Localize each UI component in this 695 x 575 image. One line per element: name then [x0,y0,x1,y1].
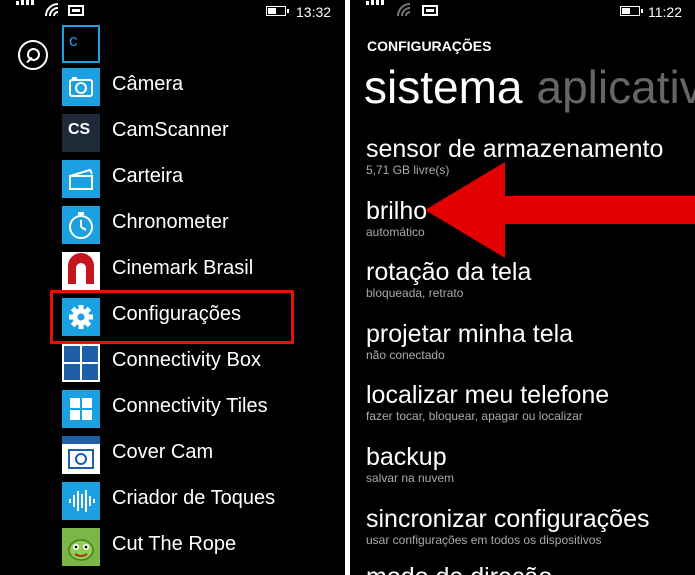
camscanner-icon-text: CS [68,121,91,138]
wifi-icon [397,3,411,17]
pivot-tab-sistema[interactable]: sistema [364,61,522,113]
cut-the-rope-icon [62,528,100,566]
clock: 13:32 [296,4,332,20]
cover-cam-icon [62,436,100,474]
setting-subtitle: não conectado [366,348,445,362]
setting-item-screen-rotation[interactable]: rotação da tela bloqueada, retrato [366,257,695,300]
setting-title: localizar meu telefone [366,381,610,409]
setting-item-sync-settings[interactable]: sincronizar configurações usar configura… [366,504,695,547]
message-icon [68,5,84,16]
app-item-camera[interactable]: Câmera [62,68,332,106]
setting-title: modo de direção [366,562,695,575]
app-label: Cut The Rope [112,533,237,555]
app-label: CamScanner [112,119,229,141]
setting-subtitle: salvar na nuvem [366,471,455,485]
app-item-cover-cam[interactable]: Cover Cam [62,436,332,474]
setting-item-project-screen[interactable]: projetar minha tela não conectado [366,319,695,362]
status-bar: 13:32 [0,0,345,24]
setting-title: backup [366,443,447,471]
highlight-box [50,290,294,344]
tiles-icon [62,390,100,428]
battery-icon [620,6,643,16]
app-list-screen: 13:32 c Câmera CS CamScanner Carteira Ch… [0,0,345,575]
battery-icon [266,6,289,16]
clock: 11:22 [648,4,682,20]
search-icon[interactable] [18,40,48,70]
app-item-connectivity-tiles[interactable]: Connectivity Tiles [62,390,332,428]
app-label: Cinemark Brasil [112,257,254,279]
app-label: Criador de Toques [112,487,276,509]
app-label: Carteira [112,165,184,187]
settings-screen: 11:22 CONFIGURAÇÕES sistema aplicativos s… [350,0,695,575]
status-bar: 11:22 [350,0,695,24]
setting-item-backup[interactable]: backup salvar na nuvem [366,442,695,485]
setting-subtitle: usar configurações em todos os dispositi… [366,533,602,547]
app-label: Connectivity Tiles [112,395,268,417]
page-header: CONFIGURAÇÕES [367,38,492,54]
pivot-tab-aplicativos[interactable]: aplicativos [536,61,695,113]
setting-subtitle: bloqueada, retrato [366,286,464,300]
app-item-camscanner[interactable]: CS CamScanner [62,114,332,152]
app-label: Câmera [112,73,184,95]
message-icon [422,5,438,16]
setting-item-find-my-phone[interactable]: localizar meu telefone fazer tocar, bloq… [366,380,695,423]
red-arrow-icon [425,162,695,258]
stopwatch-icon [62,206,100,244]
cinemark-icon [62,252,100,290]
app-label: Cover Cam [112,441,214,463]
app-item-cut-the-rope[interactable]: Cut The Rope [62,528,332,566]
group-letter-tile[interactable]: c [62,25,100,63]
camscanner-icon: CS [62,114,100,152]
app-label: Chronometer [112,211,229,233]
setting-subtitle: fazer tocar, bloquear, apagar ou localiz… [366,409,583,423]
pivot-header: sistema aplicativos [364,60,695,114]
waveform-icon [62,482,100,520]
app-item-carteira[interactable]: Carteira [62,160,332,198]
app-item-chronometer[interactable]: Chronometer [62,206,332,244]
app-label: Connectivity Box [112,349,261,371]
app-item-cinemark[interactable]: Cinemark Brasil [62,252,332,290]
wifi-icon [45,3,59,17]
camera-icon [62,68,100,106]
app-item-criador-de-toques[interactable]: Criador de Toques [62,482,332,520]
connectivity-box-icon [62,344,100,382]
setting-title: rotação da tela [366,258,532,286]
setting-title: sincronizar configurações [366,505,650,533]
setting-title: projetar minha tela [366,320,574,348]
app-item-connectivity-box[interactable]: Connectivity Box [62,344,332,382]
wallet-icon [62,160,100,198]
setting-item-driving-mode[interactable]: modo de direção [366,562,695,575]
